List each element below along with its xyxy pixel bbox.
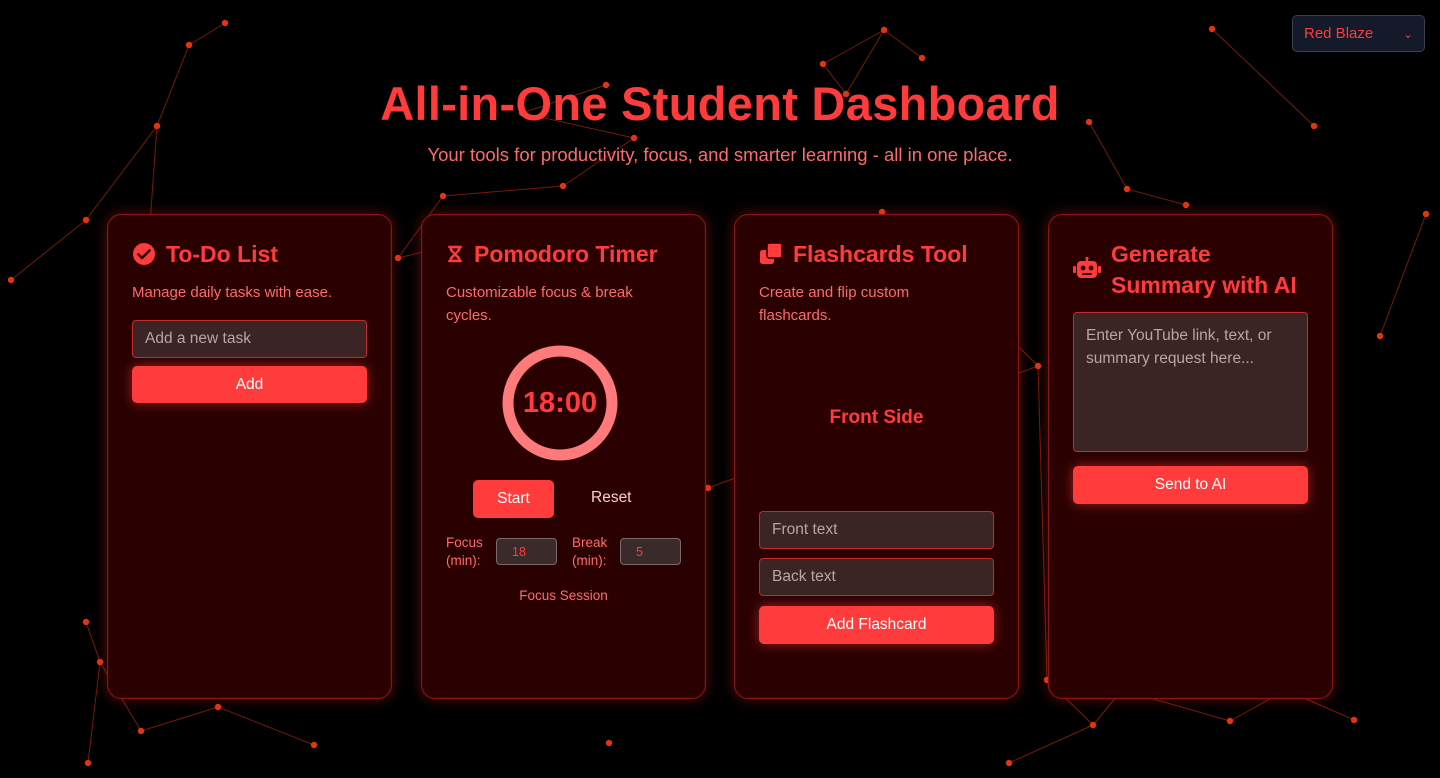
network-node bbox=[605, 739, 613, 747]
network-link bbox=[87, 661, 101, 764]
network-node bbox=[918, 54, 926, 62]
add-flashcard-button[interactable]: Add Flashcard bbox=[759, 606, 994, 644]
network-node bbox=[1182, 201, 1190, 209]
network-node bbox=[137, 727, 145, 735]
check-circle-icon bbox=[133, 243, 155, 265]
theme-select-value: Red Blaze bbox=[1304, 25, 1374, 42]
network-link bbox=[1008, 724, 1094, 764]
break-minutes-input[interactable]: 5 bbox=[620, 538, 681, 565]
network-node bbox=[880, 26, 888, 34]
page-title: All-in-One Student Dashboard bbox=[380, 77, 1060, 130]
network-link bbox=[822, 29, 885, 65]
theme-select[interactable]: Red Blaze ⌄ bbox=[1292, 15, 1425, 52]
robot-icon bbox=[1073, 257, 1101, 278]
back-text-input[interactable]: Back text bbox=[759, 558, 994, 596]
network-link bbox=[217, 706, 315, 746]
network-link bbox=[188, 22, 226, 46]
flashcards-title: Flashcards Tool bbox=[793, 241, 968, 267]
network-node bbox=[1034, 362, 1042, 370]
page-subtitle: Your tools for productivity, focus, and … bbox=[427, 144, 1013, 165]
flashcards-card-header: Flashcards Tool bbox=[759, 239, 968, 270]
hero: All-in-One Student Dashboard Your tools … bbox=[0, 72, 1440, 166]
network-node bbox=[1089, 721, 1097, 729]
flashcard-face[interactable]: Front Side bbox=[735, 407, 1018, 429]
summary-card-header: Generate Summary with AI bbox=[1073, 239, 1311, 301]
todo-card-header: To-Do List bbox=[132, 239, 278, 270]
hourglass-icon bbox=[448, 245, 462, 263]
break-label: Break (min): bbox=[572, 535, 608, 568]
network-node bbox=[310, 741, 318, 749]
summary-request-textarea[interactable]: Enter YouTube link, text, or summary req… bbox=[1073, 312, 1308, 452]
network-node bbox=[84, 759, 92, 767]
flashcards-card: Flashcards Tool Create and flip custom f… bbox=[734, 214, 1019, 699]
network-link bbox=[1037, 365, 1048, 681]
network-link bbox=[10, 219, 87, 281]
network-node bbox=[1376, 332, 1384, 340]
network-node bbox=[221, 19, 229, 27]
network-node bbox=[7, 276, 15, 284]
add-task-button[interactable]: Add bbox=[132, 366, 367, 403]
network-link bbox=[140, 706, 219, 732]
send-to-ai-button[interactable]: Send to AI bbox=[1073, 466, 1308, 504]
network-node bbox=[1123, 185, 1131, 193]
network-node bbox=[82, 618, 90, 626]
front-text-input[interactable]: Front text bbox=[759, 511, 994, 549]
timer-display: 18:00 bbox=[522, 386, 598, 419]
network-link bbox=[442, 185, 564, 197]
flashcards-description: Create and flip custom flashcards. bbox=[759, 284, 910, 324]
pomodoro-card: Pomodoro Timer Customizable focus & brea… bbox=[421, 214, 706, 699]
network-node bbox=[96, 658, 104, 666]
network-link bbox=[1379, 213, 1427, 337]
chevron-down-icon: ⌄ bbox=[1402, 26, 1413, 41]
network-node bbox=[1422, 210, 1430, 218]
pomodoro-card-header: Pomodoro Timer bbox=[446, 239, 658, 270]
task-input[interactable]: Add a new task bbox=[132, 320, 367, 358]
start-button[interactable]: Start bbox=[473, 480, 554, 518]
summary-card: Generate Summary with AI Enter YouTube l… bbox=[1048, 214, 1333, 699]
network-node bbox=[1005, 759, 1013, 767]
session-status: Focus Session bbox=[519, 588, 608, 603]
network-link bbox=[85, 621, 101, 663]
network-node bbox=[819, 60, 827, 68]
network-node bbox=[1208, 25, 1216, 33]
todo-title: To-Do List bbox=[166, 241, 278, 267]
focus-label: Focus (min): bbox=[446, 535, 483, 568]
network-node bbox=[559, 182, 567, 190]
network-link bbox=[1126, 188, 1187, 206]
network-node bbox=[1226, 717, 1234, 725]
network-node bbox=[214, 703, 222, 711]
network-node bbox=[185, 41, 193, 49]
network-node bbox=[394, 254, 402, 262]
clone-icon bbox=[760, 242, 783, 264]
pomodoro-title: Pomodoro Timer bbox=[474, 241, 658, 267]
network-node bbox=[82, 216, 90, 224]
summary-title: Generate Summary with AI bbox=[1111, 241, 1297, 298]
network-node bbox=[439, 192, 447, 200]
reset-button[interactable]: Reset bbox=[591, 489, 632, 507]
focus-minutes-input[interactable]: 18 bbox=[496, 538, 557, 565]
todo-card: To-Do List Manage daily tasks with ease.… bbox=[107, 214, 392, 699]
network-link bbox=[883, 29, 923, 59]
pomodoro-description: Customizable focus & break cycles. bbox=[446, 284, 633, 324]
todo-description: Manage daily tasks with ease. bbox=[132, 284, 333, 301]
network-node bbox=[1350, 716, 1358, 724]
